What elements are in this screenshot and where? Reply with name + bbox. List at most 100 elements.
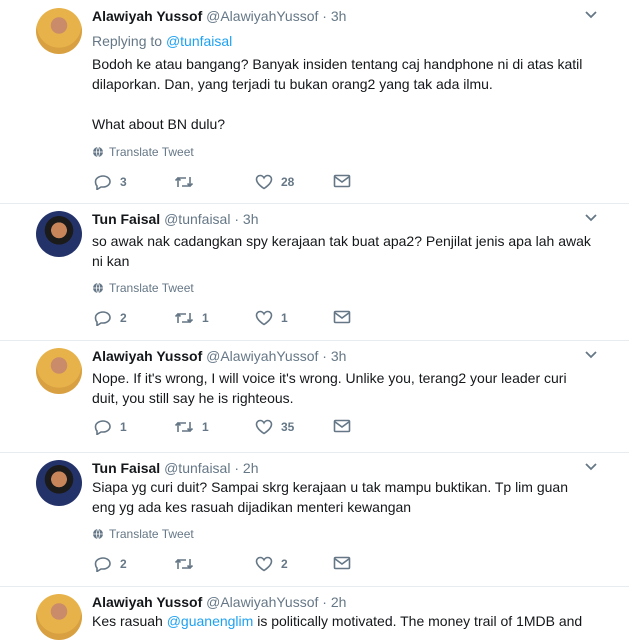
translate-label: Translate Tweet xyxy=(109,281,194,295)
tweet-2[interactable]: Tun Faisal @tunfaisal · 3h so awak nak c… xyxy=(0,203,629,341)
tweet-text-line: Bodoh ke atau bangang? Banyak insiden te… xyxy=(92,56,583,72)
tweet-5[interactable]: Alawiyah Yussof @AlawiyahYussof · 2h Kes… xyxy=(0,586,629,640)
author-handle[interactable]: @AlawiyahYussof xyxy=(206,348,318,364)
tweet-4[interactable]: Tun Faisal @tunfaisal · 2h Siapa yg curi… xyxy=(0,452,629,587)
tweet-text-line: What about BN dulu? xyxy=(92,116,226,132)
like-count: 35 xyxy=(281,420,295,434)
tweet-actions: 3 28 xyxy=(92,174,412,194)
timestamp[interactable]: 3h xyxy=(331,8,347,24)
replying-to-link[interactable]: @tunfaisal xyxy=(166,33,232,49)
reply-icon xyxy=(94,420,111,435)
like-icon xyxy=(255,419,273,435)
separator-dot: · xyxy=(322,594,327,610)
like-button[interactable]: 28 xyxy=(255,174,294,190)
mention-link[interactable]: @guanenglim xyxy=(167,613,254,629)
timestamp[interactable]: 3h xyxy=(243,211,259,227)
timestamp[interactable]: 3h xyxy=(331,348,347,364)
author-handle[interactable]: @AlawiyahYussof xyxy=(206,594,318,610)
author-name[interactable]: Alawiyah Yussof xyxy=(92,8,202,24)
translate-label: Translate Tweet xyxy=(109,145,194,159)
tweet-text-segment: Kes rasuah xyxy=(92,613,167,629)
tweet-text-line: Nope. If it's wrong, I will voice it's w… xyxy=(92,370,567,386)
tweet-text-line: Kes rasuah @guanenglim is politically mo… xyxy=(92,611,582,631)
chevron-down-icon[interactable] xyxy=(583,461,599,473)
like-button[interactable]: 1 xyxy=(255,310,288,326)
author-name[interactable]: Tun Faisal xyxy=(92,211,160,227)
reply-icon xyxy=(94,311,111,326)
avatar[interactable] xyxy=(36,460,82,506)
chevron-down-icon[interactable] xyxy=(583,9,599,21)
retweet-count: 1 xyxy=(202,420,209,434)
globe-icon xyxy=(93,146,103,158)
reply-button[interactable]: 3 xyxy=(94,174,127,190)
tweet-actions: 2 1 1 xyxy=(92,310,412,330)
reply-button[interactable]: 1 xyxy=(94,419,127,435)
message-icon xyxy=(333,310,351,324)
retweet-icon xyxy=(174,312,194,324)
retweet-button[interactable] xyxy=(174,556,202,572)
author-handle[interactable]: @tunfaisal xyxy=(164,460,230,476)
separator-dot: · xyxy=(322,348,327,364)
author-name[interactable]: Alawiyah Yussof xyxy=(92,594,202,610)
tweet-header: Alawiyah Yussof @AlawiyahYussof · 2h xyxy=(92,594,346,610)
reply-count: 1 xyxy=(120,420,127,434)
tweet-header: Alawiyah Yussof @AlawiyahYussof · 3h xyxy=(92,348,346,364)
reply-count: 3 xyxy=(120,175,127,189)
like-icon xyxy=(255,310,273,326)
timestamp[interactable]: 2h xyxy=(243,460,259,476)
avatar[interactable] xyxy=(36,348,82,394)
tweet-header: Tun Faisal @tunfaisal · 3h xyxy=(92,211,258,227)
author-name[interactable]: Alawiyah Yussof xyxy=(92,348,202,364)
like-count: 28 xyxy=(281,175,295,189)
avatar[interactable] xyxy=(36,594,82,640)
like-button[interactable]: 35 xyxy=(255,419,294,435)
author-handle[interactable]: @tunfaisal xyxy=(164,211,230,227)
author-handle[interactable]: @AlawiyahYussof xyxy=(206,8,318,24)
chevron-down-icon[interactable] xyxy=(583,349,599,361)
retweet-button[interactable]: 1 xyxy=(174,310,209,326)
direct-message-button[interactable] xyxy=(333,310,351,324)
tweet-text-line: duit, you still say he is righteous. xyxy=(92,390,294,406)
author-name[interactable]: Tun Faisal xyxy=(92,460,160,476)
translate-tweet-link[interactable]: Translate Tweet xyxy=(92,527,194,541)
tweet-actions: 2 2 xyxy=(92,556,412,576)
like-icon xyxy=(255,174,273,190)
tweet-text-line: so awak nak cadangkan spy kerajaan tak b… xyxy=(92,233,591,249)
avatar[interactable] xyxy=(36,211,82,257)
replying-to: Replying to @tunfaisal xyxy=(92,33,232,49)
direct-message-button[interactable] xyxy=(333,556,351,570)
like-button[interactable]: 2 xyxy=(255,556,288,572)
retweet-icon xyxy=(174,176,194,188)
separator-dot: · xyxy=(322,8,327,24)
avatar[interactable] xyxy=(36,8,82,54)
translate-tweet-link[interactable]: Translate Tweet xyxy=(92,145,194,159)
message-icon xyxy=(333,174,351,188)
globe-icon xyxy=(93,282,103,294)
reply-button[interactable]: 2 xyxy=(94,556,127,572)
tweet-text-line: dilaporkan. Dan, yang terjadi tu bukan o… xyxy=(92,76,493,92)
retweet-button[interactable]: 1 xyxy=(174,419,209,435)
timestamp[interactable]: 2h xyxy=(331,594,347,610)
reply-count: 2 xyxy=(120,557,127,571)
retweet-icon xyxy=(174,558,194,570)
separator-dot: · xyxy=(234,460,240,476)
like-count: 1 xyxy=(281,311,288,325)
tweet-text-segment: is politically motivated. The money trai… xyxy=(253,613,583,629)
replying-prefix: Replying to xyxy=(92,33,163,49)
tweet-actions: 1 1 35 xyxy=(92,419,412,439)
tweet-3[interactable]: Alawiyah Yussof @AlawiyahYussof · 3h Nop… xyxy=(0,340,629,453)
retweet-button[interactable] xyxy=(174,174,202,190)
translate-label: Translate Tweet xyxy=(109,527,194,541)
chevron-down-icon[interactable] xyxy=(583,212,599,224)
message-icon xyxy=(333,419,351,433)
like-icon xyxy=(255,556,273,572)
reply-button[interactable]: 2 xyxy=(94,310,127,326)
direct-message-button[interactable] xyxy=(333,419,351,433)
reply-icon xyxy=(94,557,111,572)
message-icon xyxy=(333,556,351,570)
direct-message-button[interactable] xyxy=(333,174,351,188)
tweet-1[interactable]: Alawiyah Yussof @AlawiyahYussof · 3h Rep… xyxy=(0,0,629,204)
translate-tweet-link[interactable]: Translate Tweet xyxy=(92,281,194,295)
reply-count: 2 xyxy=(120,311,127,325)
globe-icon xyxy=(93,528,103,540)
